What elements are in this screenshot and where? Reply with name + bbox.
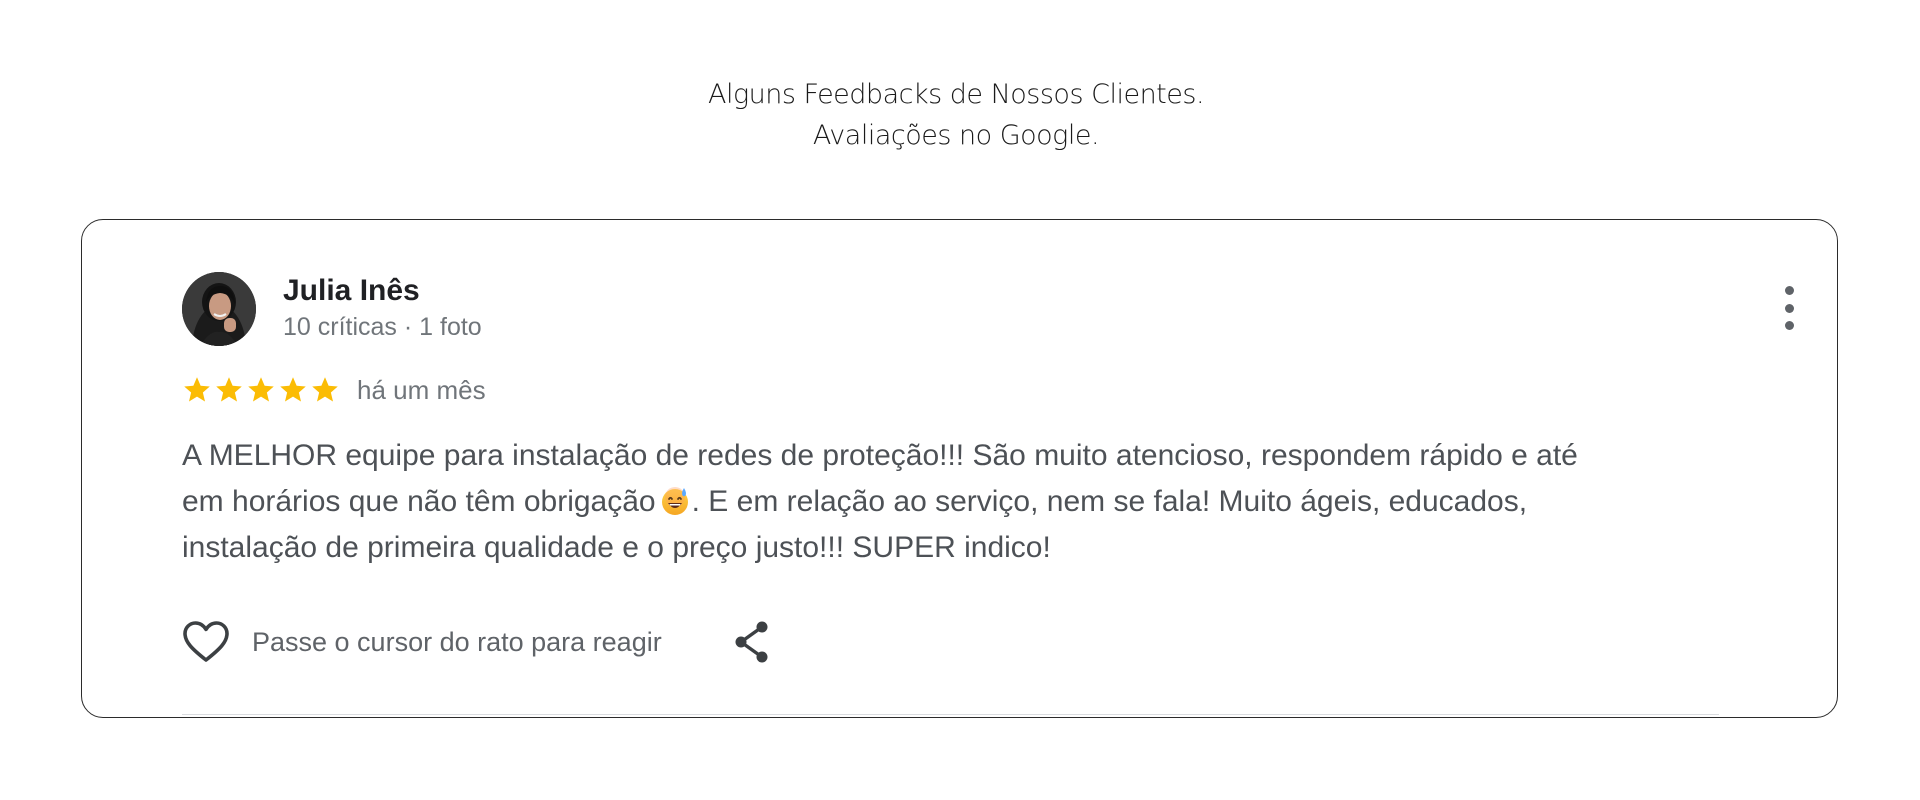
share-icon[interactable]: [732, 620, 772, 664]
more-vertical-icon-dot: [1784, 321, 1794, 330]
star-icon: [216, 377, 242, 402]
more-vertical-icon-dot: [1784, 303, 1794, 313]
react-button[interactable]: Passe o cursor do rato para reagir: [182, 620, 662, 664]
more-vertical-icon: [1784, 286, 1794, 295]
divider: [182, 714, 1719, 715]
review-card: Julia Inês 10 críticas · 1 foto há um mê…: [81, 219, 1838, 718]
more-options-button[interactable]: [1779, 286, 1799, 330]
author-name[interactable]: Julia Inês: [283, 274, 420, 308]
star-icon: [248, 377, 274, 402]
author-meta[interactable]: 10 críticas · 1 foto: [283, 313, 482, 342]
avatar[interactable]: [182, 272, 256, 346]
grinning-face-with-sweat-emoji: [661, 487, 688, 515]
review-text-line-2b: . E em relação ao serviço, nem se fala! …: [691, 485, 1528, 518]
section-heading: Alguns Feedbacks de Nossos Clientes. Ava…: [0, 74, 1912, 156]
heading-line-2: Avaliações no Google.: [812, 120, 1100, 151]
review-text-line-3: instalação de primeira qualidade e o pre…: [182, 531, 1051, 564]
review-text-line-1: A MELHOR equipe para instalação de redes…: [182, 439, 1578, 472]
review-text: A MELHOR equipe para instalação de redes…: [182, 433, 1742, 571]
react-label: Passe o cursor do rato para reagir: [252, 626, 662, 657]
review-text-line-2: em horários que não têm obrigação . E em…: [182, 479, 1742, 525]
review-date: há um mês: [357, 374, 486, 405]
review-card-content: Julia Inês 10 críticas · 1 foto há um mê…: [182, 220, 1794, 717]
rating-row: há um mês: [182, 372, 486, 408]
star-icon: [280, 377, 306, 402]
heart-outline-icon: [183, 621, 229, 662]
star-icon: [312, 377, 338, 402]
review-actions: Passe o cursor do rato para reagir: [182, 618, 772, 666]
star-icon: [184, 377, 210, 402]
review-text-line-2a: em horários que não têm obrigação: [182, 485, 656, 518]
star-rating: [182, 375, 340, 405]
avatar-photo: [182, 272, 256, 346]
heading-line-1: Alguns Feedbacks de Nossos Clientes.: [707, 79, 1205, 110]
